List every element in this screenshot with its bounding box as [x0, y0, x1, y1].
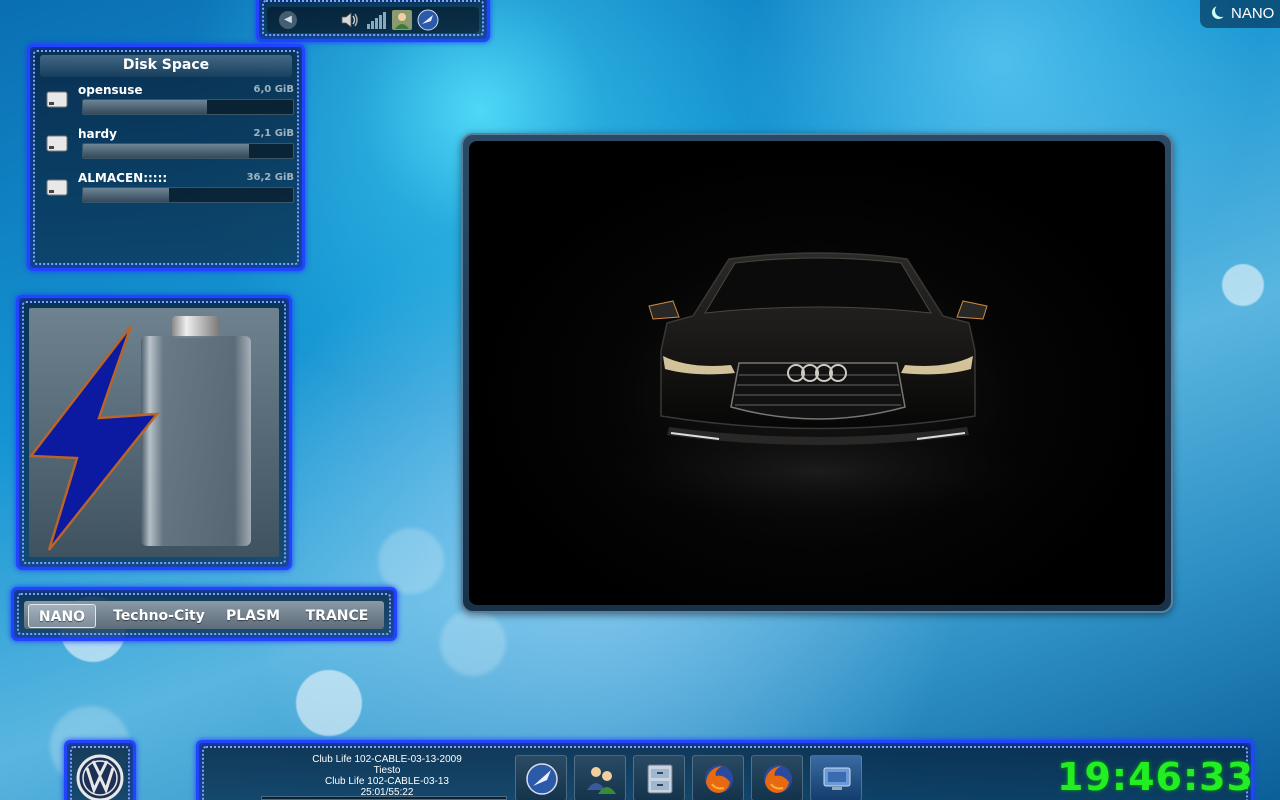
disk-item[interactable]: ALMACEN::::: 36,2 GiB: [46, 171, 294, 211]
disk-usage-fill: [83, 188, 170, 202]
volume-icon[interactable]: [339, 9, 361, 31]
konqueror-icon: [526, 763, 558, 795]
activity-tab-plasm[interactable]: PLASM: [220, 604, 286, 628]
application-launcher[interactable]: [64, 740, 136, 800]
moon-icon: [1212, 6, 1225, 19]
disk-space-widget: Disk Space opensuse 6,0 GiB hardy 2,1 Gi…: [27, 44, 305, 271]
taskbar-item-firefox[interactable]: [751, 755, 803, 800]
activity-tab-techno-city[interactable]: Techno-City: [110, 604, 208, 628]
picture-frame-widget[interactable]: [461, 133, 1173, 613]
battery-icon: [28, 316, 251, 551]
contacts-icon: [587, 767, 616, 794]
system-tray: ◀: [256, 0, 490, 42]
disk-name: hardy: [78, 127, 117, 141]
vw-logo-icon: [76, 754, 124, 800]
taskbar-item-file-cabinet[interactable]: [633, 755, 685, 800]
back-arrow-icon[interactable]: ◀: [279, 11, 297, 29]
activity-tab-nano[interactable]: NANO: [28, 604, 96, 628]
network-signal-icon[interactable]: [365, 9, 387, 31]
now-playing-progress[interactable]: [261, 796, 507, 800]
disk-usage-fill: [83, 144, 249, 158]
firefox-icon: [764, 765, 792, 793]
hard-drive-icon: [46, 91, 68, 108]
bokeh-light: [378, 528, 444, 594]
bottom-panel: Club Life 102-CABLE-03-13-2009 Tiesto Cl…: [196, 740, 1254, 800]
battery-panel: [28, 308, 279, 557]
car-photo: [469, 141, 1165, 605]
taskbar-item-firefox[interactable]: [692, 755, 744, 800]
disk-size: 2,1 GiB: [253, 128, 294, 139]
disk-usage-bar: [82, 187, 294, 203]
disk-size: 36,2 GiB: [246, 172, 294, 183]
disk-name: ALMACEN:::::: [78, 171, 168, 185]
now-playing-title: Club Life 102-CABLE-03-13-2009: [312, 754, 462, 765]
car-image: [558, 252, 1078, 531]
disk-usage-bar: [82, 143, 294, 159]
activity-tab-trance[interactable]: TRANCE: [298, 604, 376, 628]
digital-clock[interactable]: 19:46:33: [1057, 755, 1254, 799]
bokeh-light: [440, 610, 506, 676]
taskbar-item-desktop[interactable]: [810, 755, 862, 800]
now-playing-album: Club Life 102-CABLE-03-13: [325, 776, 449, 787]
hard-drive-icon: [46, 135, 68, 152]
disk-space-title: Disk Space: [122, 57, 210, 73]
bokeh-light: [296, 670, 362, 736]
user-icon[interactable]: [391, 9, 413, 31]
disk-size: 6,0 GiB: [253, 84, 294, 95]
activity-indicator-label: NANO: [1231, 5, 1275, 22]
desktop-icon: [823, 767, 851, 790]
activity-switcher: NANO Techno-City PLASM TRANCE: [11, 587, 397, 641]
file-cabinet-icon: [647, 764, 673, 794]
activity-indicator[interactable]: NANO: [1200, 0, 1280, 28]
network-manager-icon[interactable]: [417, 9, 439, 31]
disk-item[interactable]: opensuse 6,0 GiB: [46, 83, 294, 123]
disk-item[interactable]: hardy 2,1 GiB: [46, 127, 294, 167]
battery-widget[interactable]: [16, 295, 292, 570]
disk-name: opensuse: [78, 83, 143, 97]
bokeh-light: [1222, 264, 1264, 306]
hard-drive-icon: [46, 179, 68, 196]
now-playing-artist: Tiesto: [373, 765, 401, 776]
firefox-icon: [705, 765, 733, 793]
taskbar-item-konqueror[interactable]: [515, 755, 567, 800]
disk-usage-bar: [82, 99, 294, 115]
taskbar-item-contacts[interactable]: [574, 755, 626, 800]
disk-usage-fill: [83, 100, 207, 114]
